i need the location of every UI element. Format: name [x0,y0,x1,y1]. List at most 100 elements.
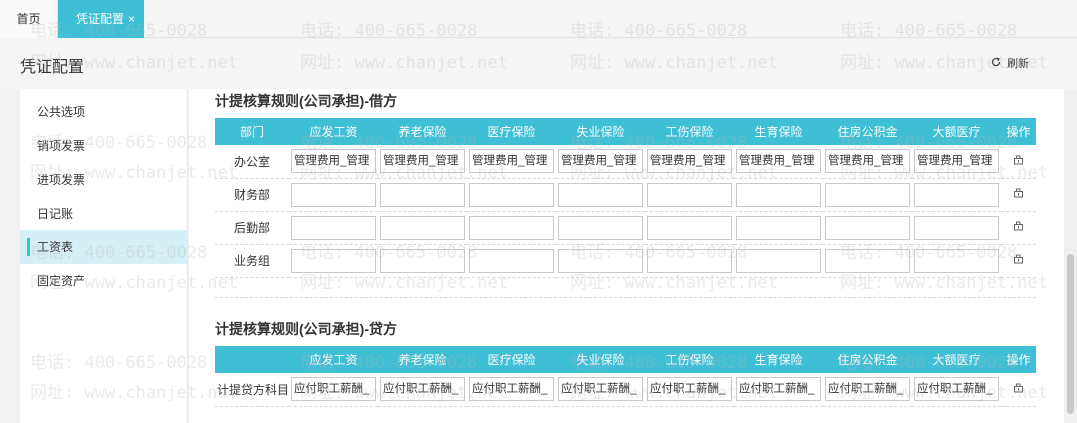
column-header: 医疗保险 [467,118,556,145]
table-cell: 管理费用_管理 [645,145,734,179]
table-cell: 应付职工薪酬_ [734,373,823,407]
account-input[interactable] [469,248,554,273]
account-input[interactable] [558,248,643,273]
column-header: 医疗保险 [467,346,556,373]
account-input[interactable] [647,215,732,240]
sidebar-item-journal[interactable]: 日记账 [20,197,188,231]
account-input[interactable] [825,215,910,240]
table-cell [912,178,1001,212]
copy-icon[interactable] [1013,220,1025,232]
account-input[interactable]: 应付职工薪酬_ [291,377,376,402]
refresh-label: 刷新 [1007,58,1030,70]
table-cell: 应付职工薪酬_ [467,373,556,407]
account-input[interactable] [380,182,465,207]
account-input[interactable] [469,182,554,207]
credit-header-row: 应发工资 养老保险 医疗保险 失业保险 工伤保险 生育保险 住房公积金 大额医疗 操作 [215,346,1036,373]
table-cell [289,244,378,278]
account-input[interactable]: 应付职工薪酬_ [647,377,732,402]
page-header: 凭证配置 刷新 [0,39,1077,89]
account-input[interactable] [825,182,910,207]
table-cell: 应付职工薪酬_ [823,373,912,407]
copy-icon[interactable] [1013,154,1025,166]
account-input[interactable] [469,215,554,240]
sidebar-item-fixed-assets[interactable]: 固定资产 [20,264,188,298]
table-row: 业务组 [215,244,1036,278]
account-input[interactable] [647,182,732,207]
account-input[interactable]: 管理费用_管理 [380,149,465,174]
account-input[interactable]: 应付职工薪酬_ [380,377,465,402]
table-cell [823,244,912,278]
account-input[interactable] [914,182,999,207]
column-header: 大额医疗 [912,118,1001,145]
account-input[interactable] [736,182,821,207]
account-input[interactable] [647,248,732,273]
account-input[interactable] [825,248,910,273]
row-label: 办公室 [215,145,289,179]
column-header: 住房公积金 [823,346,912,373]
table-cell [467,244,556,278]
table-cell: 管理费用_管理 [912,145,1001,179]
tab-home[interactable]: 首页 [0,0,58,38]
table-cell: 管理费用_管理 [467,145,556,179]
column-header: 大额医疗 [912,346,1001,373]
account-input[interactable] [914,248,999,273]
column-header: 工伤保险 [645,118,734,145]
table-cell: 应付职工薪酬_ [378,373,467,407]
account-input[interactable] [380,248,465,273]
account-input[interactable]: 应付职工薪酬_ [914,377,999,402]
table-row: 后勤部 [215,211,1036,245]
account-input[interactable]: 管理费用_管理 [825,149,910,174]
scroll-thumb[interactable] [1067,254,1074,414]
table-cell: 管理费用_管理 [734,145,823,179]
column-header: 部门 [215,118,289,145]
account-input[interactable]: 管理费用_管理 [291,149,376,174]
column-header: 操作 [1001,346,1036,373]
account-input[interactable]: 管理费用_管理 [558,149,643,174]
account-input[interactable]: 应付职工薪酬_ [558,377,643,402]
account-input[interactable]: 管理费用_管理 [914,149,999,174]
refresh-button[interactable]: 刷新 [990,55,1029,71]
row-label: 后勤部 [215,211,289,245]
refresh-icon [990,57,1002,70]
column-header: 住房公积金 [823,118,912,145]
credit-rules-table: 应发工资 养老保险 医疗保险 失业保险 工伤保险 生育保险 住房公积金 大额医疗 操作 计提贷方… [215,346,1036,407]
account-input[interactable] [291,215,376,240]
copy-icon[interactable] [1013,253,1025,265]
table-cell [556,244,645,278]
account-input[interactable] [914,215,999,240]
account-input[interactable] [558,215,643,240]
account-input[interactable]: 管理费用_管理 [736,149,821,174]
credit-section-title: 计提核算规则(公司承担)-贷方 [215,321,397,337]
account-input[interactable] [558,182,643,207]
sidebar-item-public-options[interactable]: 公共选项 [20,95,188,129]
account-input[interactable] [380,215,465,240]
section-divider [215,297,1036,298]
column-header: 失业保险 [556,118,645,145]
account-input[interactable] [736,215,821,240]
sidebar-item-payroll[interactable]: 工资表 [20,230,188,264]
main-scrollbar[interactable] [1064,89,1077,423]
account-input[interactable]: 管理费用_管理 [647,149,732,174]
sidebar-item-purchase-invoice[interactable]: 进项发票 [20,163,188,197]
account-input[interactable] [736,248,821,273]
sidebar-item-sales-invoice[interactable]: 销项发票 [20,129,188,163]
table-cell: 管理费用_管理 [378,145,467,179]
table-cell [378,211,467,245]
tab-voucher-config[interactable]: 凭证配置 × [58,0,144,38]
account-input[interactable] [291,248,376,273]
table-cell: 应付职工薪酬_ [556,373,645,407]
account-input[interactable] [291,182,376,207]
account-input[interactable]: 应付职工薪酬_ [736,377,821,402]
table-cell: 管理费用_管理 [289,145,378,179]
table-cell [645,211,734,245]
close-icon[interactable]: × [128,0,135,38]
account-input[interactable]: 应付职工薪酬_ [825,377,910,402]
account-input[interactable]: 应付职工薪酬_ [469,377,554,402]
copy-icon[interactable] [1013,187,1025,199]
operation-cell [1001,145,1036,179]
column-header: 工伤保险 [645,346,734,373]
account-input[interactable]: 管理费用_管理 [469,149,554,174]
column-header: 应发工资 [289,346,378,373]
table-cell [289,178,378,212]
copy-icon[interactable] [1013,382,1025,394]
